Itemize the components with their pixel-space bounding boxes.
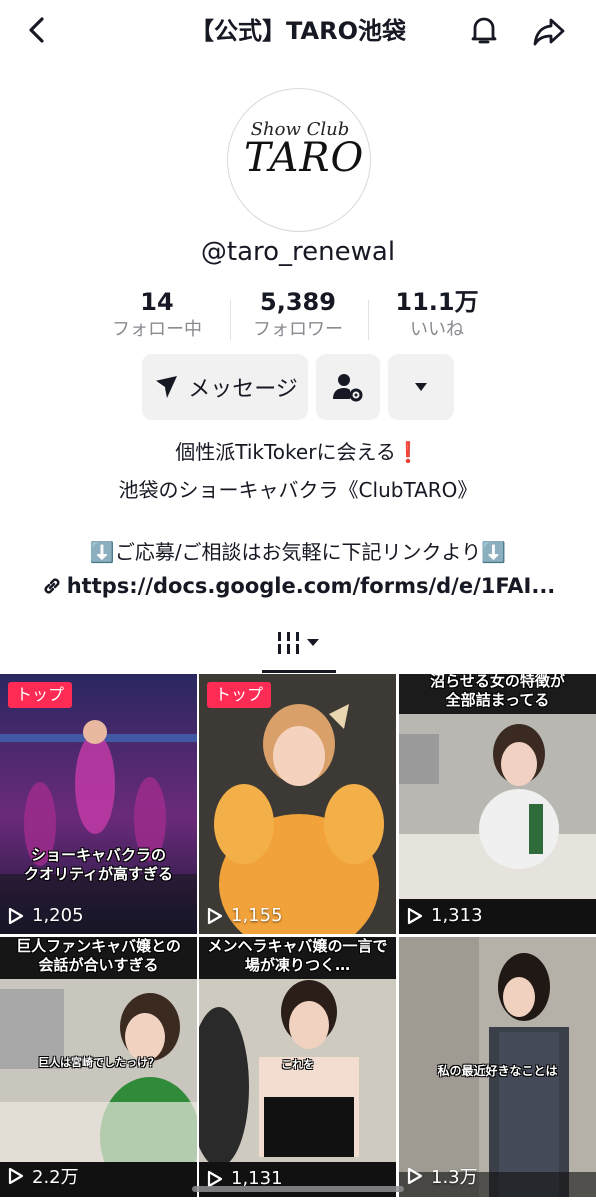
- bio-link-text: https://docs.google.com/forms/d/e/1FAI..…: [66, 574, 556, 598]
- send-icon: [154, 376, 178, 398]
- stat-likes[interactable]: 11.1万 いいね: [367, 286, 507, 342]
- view-count: 1.3万: [407, 1163, 478, 1189]
- logo-text: TARO: [244, 135, 365, 181]
- video-caption: メンヘラキャバ嬢の一言で: [207, 937, 388, 955]
- username: @taro_renewal: [200, 237, 396, 267]
- video-caption: 沼らせる女の特徴が: [430, 674, 565, 690]
- play-icon: [8, 1167, 24, 1185]
- view-count-text: 1,313: [431, 905, 483, 926]
- thumbnail-image: [199, 674, 396, 934]
- share-icon[interactable]: [530, 12, 568, 50]
- user-settings-icon: [333, 374, 363, 402]
- play-icon: [407, 1167, 423, 1185]
- followers-label: フォロワー: [253, 319, 343, 340]
- video-subcaption: これを: [281, 1058, 314, 1071]
- bio-link[interactable]: https://docs.google.com/forms/d/e/1FAI..…: [0, 572, 596, 600]
- video-caption: 会話が合いすぎる: [38, 956, 159, 974]
- play-icon: [407, 907, 423, 924]
- video-caption: 全部詰まってる: [445, 691, 550, 709]
- following-count: 14: [140, 288, 174, 316]
- friend-settings-button[interactable]: [316, 354, 380, 420]
- following-label: フォロー中: [112, 319, 202, 340]
- view-count: 1,205: [8, 905, 84, 926]
- video-caption: 巨人ファンキャバ嬢との: [16, 937, 181, 955]
- video-thumbnail[interactable]: トップ ショーキャバクラの クオリティが高すぎる 1,205: [0, 674, 197, 934]
- scroll-indicator[interactable]: [192, 1186, 404, 1192]
- caret-down-icon: [415, 383, 427, 391]
- stat-following[interactable]: 14 フォロー中: [87, 286, 227, 342]
- video-grid: トップ ショーキャバクラの クオリティが高すぎる 1,205 トップ 1,155: [0, 674, 596, 1200]
- video-thumbnail[interactable]: トップ 1,155: [199, 674, 396, 934]
- stat-followers[interactable]: 5,389 フォロワー: [228, 286, 368, 342]
- view-count-text: 1,205: [32, 905, 84, 926]
- top-bar: 【公式】TARO池袋: [0, 0, 596, 62]
- view-count-text: 2.2万: [32, 1167, 79, 1188]
- tab-indicator: [262, 670, 336, 673]
- view-count: 1,155: [207, 905, 283, 926]
- video-subcaption: 巨人は宮崎でしたっけ？: [38, 1056, 159, 1069]
- play-icon: [207, 907, 223, 924]
- message-button[interactable]: メッセージ: [142, 354, 308, 420]
- followers-count: 5,389: [260, 288, 336, 316]
- play-icon: [8, 907, 24, 924]
- more-options-button[interactable]: [388, 354, 454, 420]
- link-icon: [44, 578, 60, 594]
- thumbnail-image: [399, 674, 596, 934]
- view-count-text: 1,155: [231, 905, 283, 926]
- video-thumbnail[interactable]: メンヘラキャバ嬢の一言で 場が凍りつく… これを 1,131: [199, 937, 396, 1197]
- video-caption: ショーキャバクラの: [30, 846, 166, 864]
- bio-line: ⬇️ご応募/ご相談はお気軽に下記リンクより⬇️: [89, 540, 507, 564]
- back-arrow-icon[interactable]: [22, 14, 54, 46]
- video-thumbnail[interactable]: 沼らせる女の特徴が 全部詰まってる 1,313: [399, 674, 596, 934]
- view-count-text: 1.3万: [431, 1167, 478, 1188]
- view-count: 1,313: [407, 905, 483, 926]
- bio-line: 個性派TikTokerに会える❗️: [175, 440, 421, 464]
- message-button-label: メッセージ: [188, 377, 298, 402]
- video-caption: 場が凍りつく…: [244, 956, 351, 974]
- view-count: 2.2万: [8, 1163, 79, 1189]
- thumbnail-image: [0, 674, 197, 934]
- video-caption: 私の最近好きなことは: [437, 1064, 558, 1078]
- likes-label: いいね: [410, 319, 464, 340]
- videos-tab[interactable]: [0, 622, 596, 673]
- avatar[interactable]: Show Club TARO: [227, 88, 371, 232]
- bio-line: 池袋のショーキャバクラ《ClubTARO》: [118, 478, 478, 502]
- video-caption: クオリティが高すぎる: [23, 865, 174, 883]
- bell-icon[interactable]: [466, 12, 502, 48]
- video-thumbnail[interactable]: 私の最近好きなことは 1.3万: [399, 937, 596, 1197]
- top-badge: トップ: [8, 682, 73, 708]
- likes-count: 11.1万: [395, 288, 479, 316]
- page-title: 【公式】TARO池袋: [190, 17, 406, 45]
- video-thumbnail[interactable]: 巨人ファンキャバ嬢との 会話が合いすぎる 巨人は宮崎でしたっけ？ 2.2万: [0, 937, 197, 1197]
- play-icon: [207, 1170, 223, 1187]
- top-badge: トップ: [207, 682, 272, 708]
- grid-videos-icon: [278, 632, 319, 654]
